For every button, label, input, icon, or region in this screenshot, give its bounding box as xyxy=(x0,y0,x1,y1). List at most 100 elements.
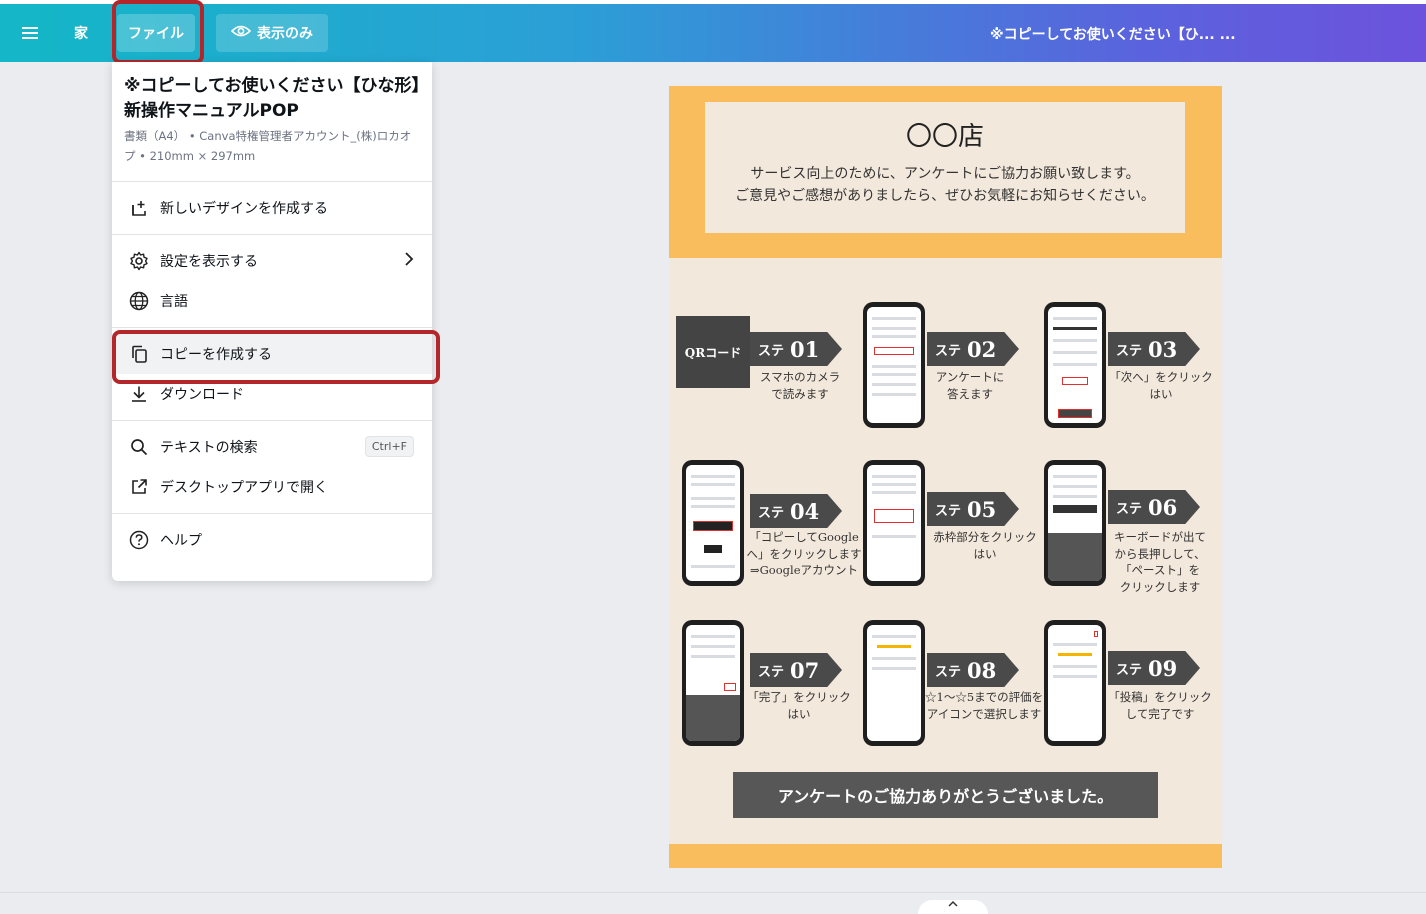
store-name: 〇〇店 xyxy=(905,122,984,152)
caption-line: で読みます xyxy=(771,386,829,401)
help-icon xyxy=(128,529,150,551)
step-caption-05: 赤枠部分をクリック はい xyxy=(931,529,1039,562)
step-tag-06: ステ 06 xyxy=(1108,490,1200,524)
step-number: 09 xyxy=(1148,655,1178,681)
step-prefix: ステ xyxy=(935,503,962,519)
menu-design-title: ※コピーしてお使いください【ひな形】新操作マニュアルPOP xyxy=(124,76,421,121)
caption-line: 「コピーしてGoogle xyxy=(749,530,859,544)
menu-section-tools: テキストの検索 Ctrl+F デスクトップアプリで開く xyxy=(112,421,432,514)
hamburger-icon[interactable] xyxy=(14,14,46,52)
caption-line: はい xyxy=(973,546,997,561)
thanks-banner: アンケートのご協力ありがとうございました。 xyxy=(733,772,1158,818)
file-dropdown-menu: ※コピーしてお使いください【ひな形】新操作マニュアルPOP 書類（A4） • C… xyxy=(112,62,432,581)
menu-section-help: ヘルプ xyxy=(112,514,432,566)
design-canvas[interactable]: 〇〇店 サービス向上のために、アンケートにご協力お願い致します。 ご意見やご感想… xyxy=(669,86,1222,868)
step-prefix: ステ xyxy=(758,505,785,521)
step-tag-09: ステ 09 xyxy=(1108,651,1200,685)
menu-item-label: 設定を表示する xyxy=(160,254,258,270)
menu-item-language[interactable]: 言語 xyxy=(112,281,432,321)
step-prefix: ステ xyxy=(935,343,962,359)
caption-line: 「次へ」をクリック xyxy=(1109,370,1213,384)
intro-line-1: サービス向上のために、アンケートにご協力お願い致します。 xyxy=(750,166,1140,182)
step-number: 06 xyxy=(1148,494,1178,520)
menu-item-label: 新しいデザインを作成する xyxy=(160,201,328,217)
globe-icon xyxy=(128,290,150,312)
download-icon xyxy=(128,383,150,405)
step-number: 04 xyxy=(790,498,820,524)
new-design-icon xyxy=(128,197,150,219)
pages-toggle-button[interactable] xyxy=(918,900,988,914)
step-tag-02: ステ 02 xyxy=(927,332,1019,366)
menu-item-help[interactable]: ヘルプ xyxy=(112,520,432,560)
phone-screenshot-08 xyxy=(863,620,925,746)
home-button[interactable]: 家 xyxy=(64,14,98,52)
caption-line: スマホのカメラ xyxy=(759,370,841,384)
step-caption-01: スマホのカメラ で読みます xyxy=(755,369,845,402)
chevron-right-icon xyxy=(404,251,414,271)
view-only-label: 表示のみ xyxy=(257,26,313,42)
step-prefix: ステ xyxy=(758,343,785,359)
copy-highlight-box xyxy=(112,330,440,384)
step-caption-04: 「コピーしてGoogle へ」をクリックします ⇒Googleアカウント xyxy=(745,529,863,579)
phone-screenshot-07 xyxy=(682,620,744,746)
step-prefix: ステ xyxy=(1116,662,1143,678)
menu-item-new-design[interactable]: 新しいデザインを作成する xyxy=(112,188,432,228)
step-caption-06: キーボードが出て から長押しして、 「ペースト」を クリックします xyxy=(1105,529,1215,595)
menu-item-find-text[interactable]: テキストの検索 Ctrl+F xyxy=(112,427,432,467)
step-caption-07: 「完了」をクリック はい xyxy=(745,689,853,722)
step-prefix: ステ xyxy=(758,664,785,680)
step-tag-08: ステ 08 xyxy=(927,653,1019,687)
menu-item-label: テキストの検索 xyxy=(160,440,258,456)
step-number: 01 xyxy=(790,336,820,362)
shortcut-badge: Ctrl+F xyxy=(364,436,414,457)
menu-item-label: 言語 xyxy=(160,294,188,310)
menu-item-settings[interactable]: 設定を表示する xyxy=(112,241,432,281)
step-tag-03: ステ 03 xyxy=(1108,332,1200,366)
caption-line: キーボードが出て xyxy=(1114,530,1206,544)
menu-header: ※コピーしてお使いください【ひな形】新操作マニュアルPOP 書類（A4） • C… xyxy=(112,62,432,182)
menu-item-label: ヘルプ xyxy=(160,533,202,549)
document-title[interactable]: ※コピーしてお使いください【ひ... ... xyxy=(990,24,1240,44)
step-number: 02 xyxy=(967,336,997,362)
keyboard-area xyxy=(1048,533,1102,581)
external-link-icon xyxy=(128,476,150,498)
step-prefix: ステ xyxy=(1116,343,1143,359)
menu-design-meta: 書類（A4） • Canva特権管理者アカウント_(株)ロカオプ • 210mm… xyxy=(124,129,412,163)
menu-item-label: デスクトップアプリで開く xyxy=(160,480,328,496)
menu-item-open-desktop[interactable]: デスクトップアプリで開く xyxy=(112,467,432,507)
step-caption-08: ☆1〜☆5までの評価を アイコンで選択します xyxy=(925,689,1043,722)
phone-screenshot-06 xyxy=(1044,460,1106,586)
caption-line: はい xyxy=(787,706,811,721)
horizontal-scrollbar[interactable] xyxy=(0,892,1426,914)
view-only-button[interactable]: 表示のみ xyxy=(216,14,328,52)
gear-icon xyxy=(128,250,150,272)
qr-code-placeholder: QRコード xyxy=(676,316,750,388)
phone-screenshot-02 xyxy=(863,302,925,428)
step-tag-05: ステ 05 xyxy=(927,492,1019,526)
header-card: 〇〇店 サービス向上のために、アンケートにご協力お願い致します。 ご意見やご感想… xyxy=(705,102,1185,233)
caption-line: 「ペースト」を xyxy=(1120,563,1200,577)
step-caption-02: アンケートに 答えます xyxy=(927,369,1013,402)
phone-screenshot-09 xyxy=(1044,620,1106,746)
file-highlight-box xyxy=(112,0,204,64)
caption-line: へ」をクリックします xyxy=(746,546,862,561)
search-icon xyxy=(128,436,150,458)
step-prefix: ステ xyxy=(935,664,962,680)
top-toolbar: 家 ファイル 表示のみ ※コピーしてお使いください【ひ... ... xyxy=(0,4,1426,62)
eye-icon xyxy=(230,24,252,42)
caption-line: アイコンで選択します xyxy=(926,706,1042,721)
caption-line: はい xyxy=(1149,386,1173,401)
footer-band xyxy=(669,844,1222,868)
step-number: 08 xyxy=(967,657,997,683)
step-number: 03 xyxy=(1148,336,1178,362)
caption-line: クリックします xyxy=(1119,579,1201,594)
step-number: 05 xyxy=(967,496,997,522)
step-tag-01: ステ 01 xyxy=(750,332,842,366)
menu-section-settings: 設定を表示する 言語 xyxy=(112,235,432,328)
caption-line: ☆1〜☆5までの評価を xyxy=(925,690,1044,704)
caption-line: 「完了」をクリック xyxy=(747,690,851,704)
step-caption-09: 「投稿」をクリック して完了です xyxy=(1105,689,1215,722)
phone-screenshot-05 xyxy=(863,460,925,586)
intro-line-2: ご意見やご感想がありましたら、ぜひお気軽にお知らせください。 xyxy=(735,188,1155,204)
caption-line: 答えます xyxy=(947,386,993,401)
